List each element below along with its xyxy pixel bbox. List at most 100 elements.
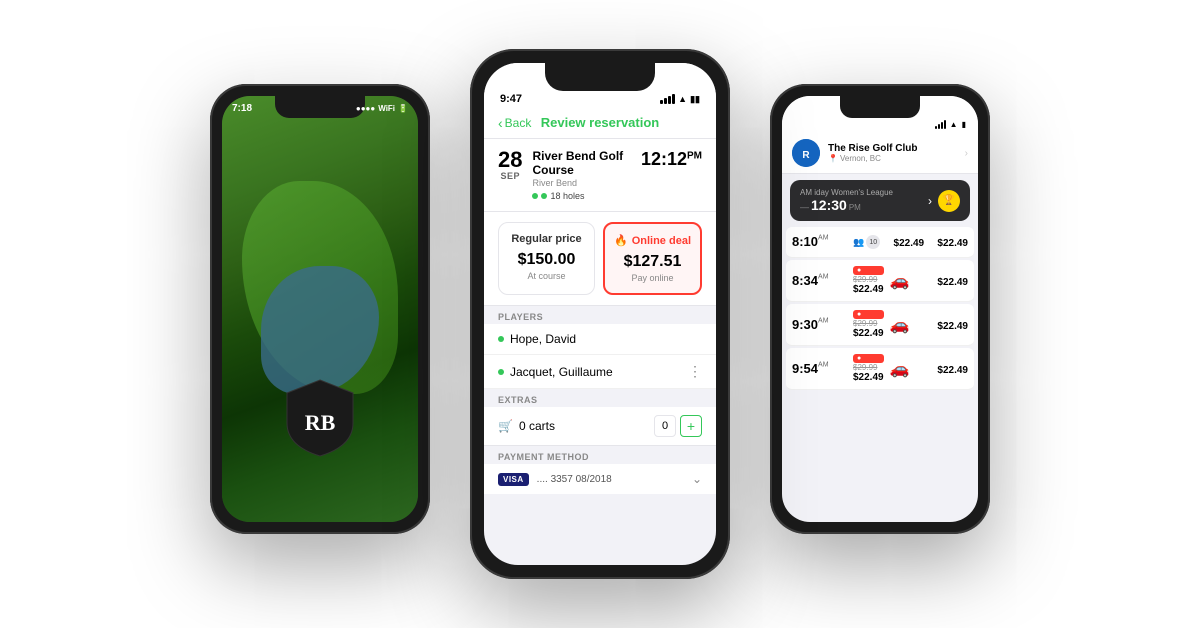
date-day: 28 [498, 149, 522, 171]
slot-2-price: ● $29.99 $22.49 [853, 266, 884, 295]
player-2-dot [498, 369, 504, 375]
regular-price-card[interactable]: Regular price $150.00 At course [498, 222, 595, 295]
slot-arrow-icon[interactable]: › [928, 194, 932, 208]
right-course-header[interactable]: R The Rise Golf Club 📍 Vernon, BC › [782, 133, 978, 174]
course-info: River Bend Golf Course River Bend 18 hol… [532, 149, 640, 201]
golf-cart-icon-4: 🚗 [890, 361, 910, 378]
slot-3-price-right: $22.49 [916, 316, 968, 334]
payment-last4: .... 3357 [537, 474, 573, 485]
extras-row: 🛒 0 carts 0 + [484, 407, 716, 446]
quantity-value: 0 [654, 415, 676, 437]
quantity-plus-button[interactable]: + [680, 415, 702, 437]
quantity-controls[interactable]: 0 + [654, 415, 702, 437]
slot-3-time: 9:30AM [792, 316, 847, 334]
player-2-name: Jacquet, Guillaume [498, 365, 613, 379]
featured-period: PM [849, 203, 861, 212]
tee-slot-3[interactable]: 9:30AM ● $29.99 $22.49 🚗 $22.49 [786, 304, 974, 346]
cart-icon: 🛒 [498, 419, 513, 433]
players-label: PLAYERS [484, 306, 716, 324]
tee-time: 12:12 [641, 149, 687, 169]
online-deal-amount: $127.51 [613, 253, 692, 271]
right-wifi-icon: ▲ [950, 120, 958, 129]
tee-slots-list: 8:10AM 👥 10 $22.49 $22.49 [782, 227, 978, 390]
online-deal-label: Online deal [632, 235, 691, 247]
deal-flag-4: ● [853, 354, 884, 363]
right-signal-icon [935, 120, 946, 129]
more-options-icon[interactable]: ⋮ [688, 363, 702, 380]
right-course-info: The Rise Golf Club 📍 Vernon, BC [828, 143, 917, 163]
slot-4-icon: 🚗 [890, 359, 910, 379]
featured-league-slot[interactable]: AM iday Women's League — 12:30 PM › 🏆 [790, 180, 970, 221]
back-button[interactable]: ‹ Back [498, 115, 531, 131]
player-row-2[interactable]: Jacquet, Guillaume ⋮ [484, 355, 716, 389]
right-phone-notch [840, 96, 920, 118]
back-label: Back [505, 116, 532, 130]
payment-section[interactable]: VISA .... 3357 08/2018 ⌄ [484, 464, 716, 494]
tee-slot-1[interactable]: 8:10AM 👥 10 $22.49 $22.49 [786, 227, 974, 258]
player-1-dot [498, 336, 504, 342]
green-dot-icon [532, 193, 538, 199]
date-block: 28 SEP [498, 149, 522, 181]
slot-1-time: 8:10AM [792, 233, 847, 251]
regular-price-amount: $150.00 [507, 251, 586, 269]
course-location: River Bend [532, 178, 640, 188]
tee-time-period: PM [687, 151, 702, 162]
holes-label: 18 holes [550, 191, 584, 201]
player-1-label: Hope, David [510, 332, 576, 346]
signal-icon [935, 120, 946, 129]
right-course-name: The Rise Golf Club [828, 143, 917, 154]
right-course-chevron-icon[interactable]: › [965, 148, 968, 159]
left-phone-screen: RB [222, 96, 418, 522]
slot-2-icon: 🚗 [890, 271, 910, 291]
regular-price-sub: At course [507, 271, 586, 281]
tee-slot-4[interactable]: 9:54AM ● $29.99 $22.49 🚗 $22.49 [786, 348, 974, 390]
payment-expiry: 08/2018 [576, 474, 612, 485]
course-name: River Bend Golf Course [532, 149, 640, 177]
payment-card-info: .... 3357 08/2018 [537, 474, 612, 485]
online-deal-sub: Pay online [613, 273, 692, 283]
regular-price-label: Regular price [507, 233, 586, 245]
featured-time: 12:30 [811, 197, 847, 213]
svg-text:RB: RB [305, 410, 336, 435]
golf-cart-icon: 🚗 [890, 271, 910, 291]
location-pin-icon: 📍 [828, 154, 838, 163]
center-phone: 9:47 ▲ ▮▮ ‹ Back Rev [470, 49, 730, 579]
course-header-row: 28 SEP River Bend Golf Course River Bend… [498, 149, 702, 201]
rb-logo-shield: RB [285, 378, 355, 458]
visa-badge: VISA [498, 473, 529, 486]
tee-time-display: 12:12PM [641, 149, 702, 170]
player-row-1: Hope, David [484, 324, 716, 355]
slot-2-price-right: $22.49 [916, 272, 968, 290]
price-options: Regular price $150.00 At course 🔥 Online… [498, 222, 702, 295]
phones-container: RB 7:18 ●●●● WiFi 🔋 9:47 [150, 24, 1050, 604]
reservation-header: 28 SEP River Bend Golf Course River Bend… [484, 139, 716, 212]
signal-bars-icon [660, 94, 675, 104]
online-deal-header: 🔥 Online deal [613, 234, 692, 247]
deal-flag-3: ● [853, 310, 884, 319]
slot-1-players: 👥 10 [853, 235, 880, 249]
slot-4-time: 9:54AM [792, 360, 847, 378]
online-deal-card[interactable]: 🔥 Online deal $127.51 Pay online [603, 222, 702, 295]
slot-4-price-right: $22.49 [916, 360, 968, 378]
svg-text:R: R [802, 150, 810, 161]
wifi-icon: ▲ [678, 94, 687, 104]
date-month: SEP [500, 171, 520, 181]
back-chevron-icon: ‹ [498, 115, 503, 131]
left-status-time: 7:18 [232, 103, 252, 114]
center-status-icons: ▲ ▮▮ [660, 94, 700, 105]
extras-label: EXTRAS [484, 389, 716, 407]
fire-icon: 🔥 [614, 234, 628, 247]
holes-row: 18 holes [532, 191, 640, 201]
pricing-section: Regular price $150.00 At course 🔥 Online… [484, 212, 716, 306]
dash-label: — [800, 202, 809, 212]
right-battery-icon: ▮ [962, 120, 966, 129]
tee-slot-2[interactable]: 8:34AM ● $29.99 $22.49 🚗 $22.49 [786, 260, 974, 302]
slot-1-price: $22.49 [886, 233, 924, 251]
payment-chevron-icon[interactable]: ⌄ [692, 472, 702, 486]
payment-details: VISA .... 3357 08/2018 [498, 473, 612, 486]
slot-1-price-right: $22.49 [930, 233, 968, 251]
golf-aerial-bg: RB [222, 96, 418, 522]
players-icon: 👥 [853, 237, 864, 248]
carts-info: 🛒 0 carts [498, 419, 555, 433]
right-phone: ▲ ▮ R The Rise Golf Club 📍 Vernon, BC [770, 84, 990, 534]
